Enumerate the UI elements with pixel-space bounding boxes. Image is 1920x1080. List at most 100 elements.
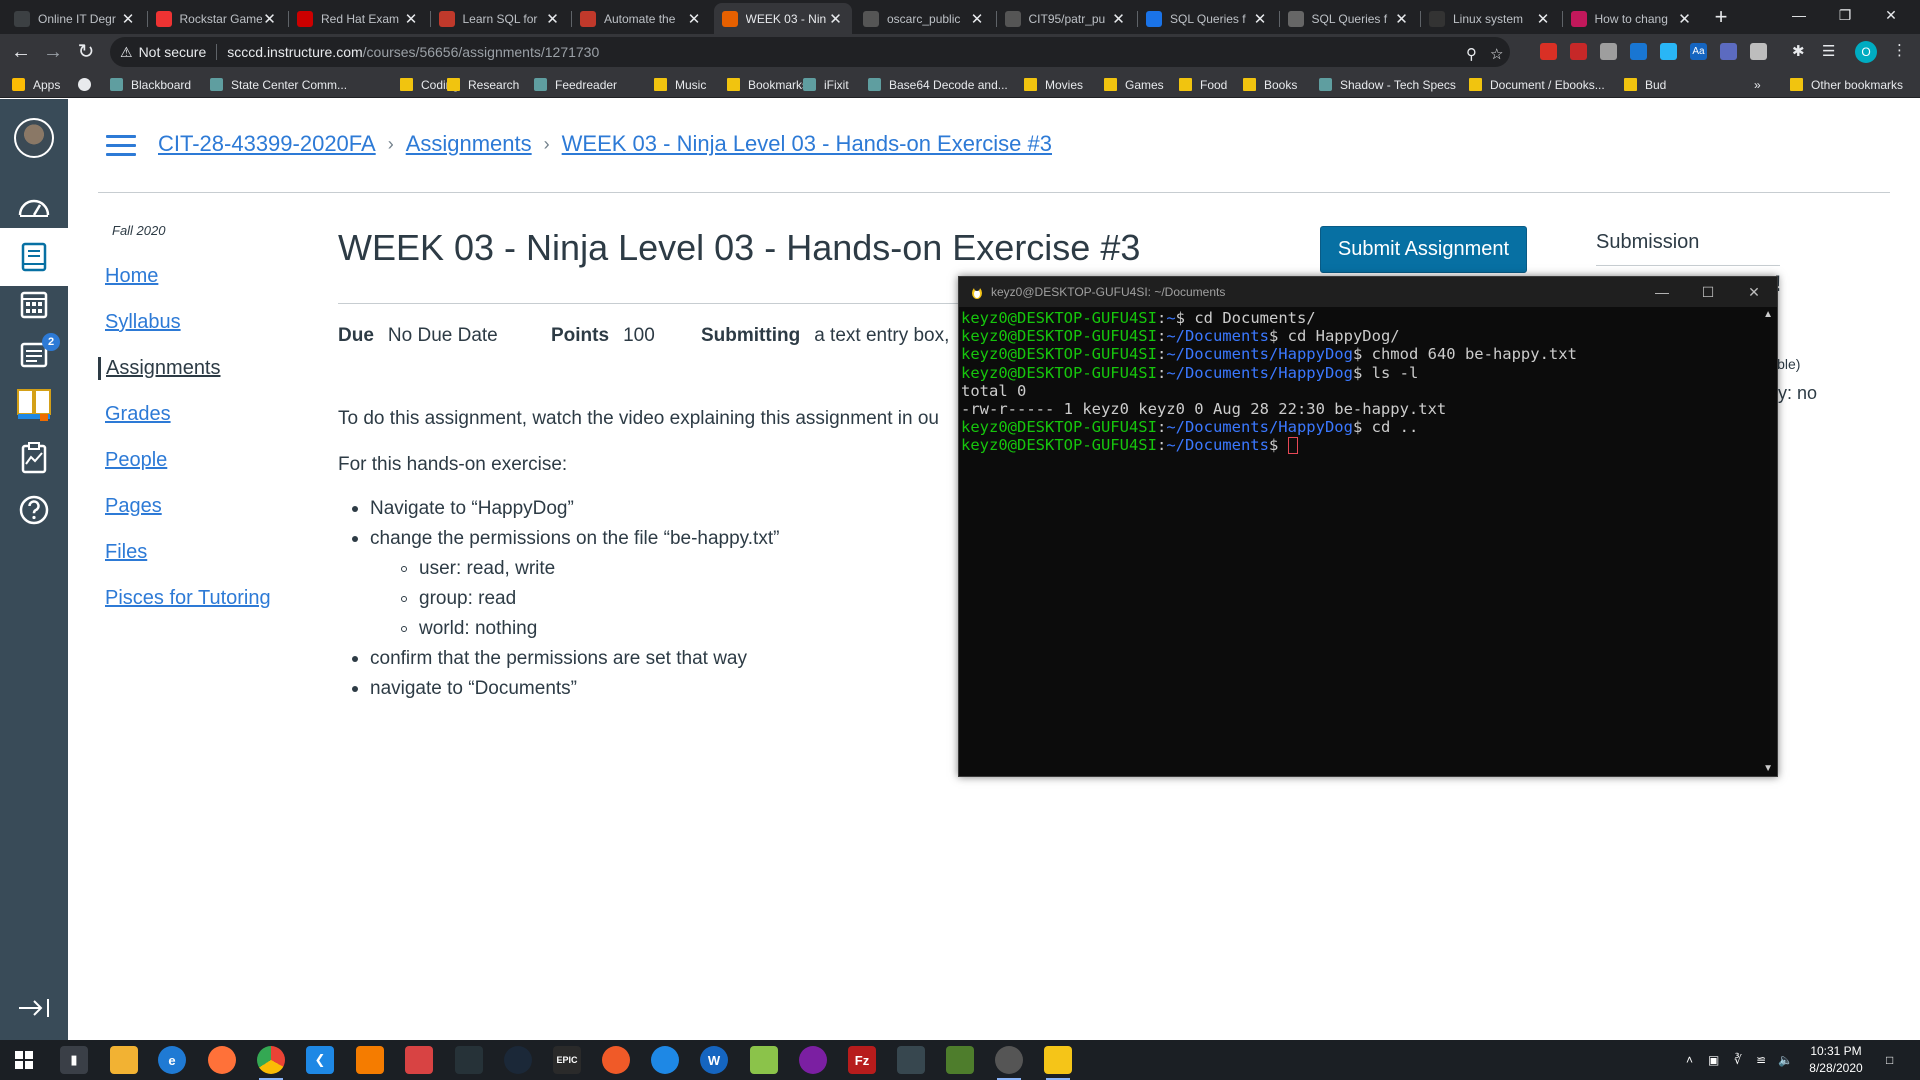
app-icon[interactable] xyxy=(356,1046,384,1074)
bookmark-link[interactable]: Base64 Decode and... xyxy=(868,76,1008,93)
bookmarks-overflow-button[interactable]: » xyxy=(1754,76,1761,93)
bookmark-folder[interactable]: Food xyxy=(1179,76,1227,93)
tab-close-icon[interactable]: ✕ xyxy=(969,10,985,28)
file-explorer-icon[interactable] xyxy=(110,1046,138,1074)
minecraft-icon[interactable] xyxy=(946,1046,974,1074)
kebab-menu-icon[interactable]: ⋮ xyxy=(1892,41,1907,59)
browser-tab[interactable]: oscarc_public ✕ xyxy=(855,3,993,34)
ublock-extension-icon[interactable] xyxy=(1540,43,1557,60)
close-window-button[interactable]: ✕ xyxy=(1868,0,1914,30)
extension-icon[interactable] xyxy=(1750,43,1767,60)
courses-nav-item[interactable] xyxy=(0,228,68,286)
bookmark-folder[interactable]: Games xyxy=(1104,76,1164,93)
edge-browser-icon[interactable]: e xyxy=(158,1046,186,1074)
browser-tab[interactable]: How to chang ✕ xyxy=(1563,3,1701,34)
steam-icon[interactable] xyxy=(504,1046,532,1074)
restore-window-button[interactable]: ❐ xyxy=(1822,0,1868,30)
tab-close-icon[interactable]: ✕ xyxy=(1394,10,1410,28)
bookmark-folder[interactable]: Document / Ebooks... xyxy=(1469,76,1605,93)
terminal-maximize-button[interactable]: ☐ xyxy=(1685,277,1731,307)
tab-close-icon[interactable]: ✕ xyxy=(403,10,419,28)
breadcrumb-course-link[interactable]: CIT-28-43399-2020FA xyxy=(158,131,376,157)
tab-close-icon[interactable]: ✕ xyxy=(686,10,702,28)
bookmark-star-icon[interactable]: ☆ xyxy=(1490,45,1503,63)
browser-tab[interactable]: Online IT Degr ✕ xyxy=(6,3,144,34)
tray-app-icon[interactable]: ▣ xyxy=(1708,1040,1719,1080)
app-icon[interactable] xyxy=(455,1046,483,1074)
extension-icon[interactable] xyxy=(1570,43,1587,60)
inbox-nav-item[interactable]: 2 xyxy=(0,329,68,379)
origin-icon[interactable] xyxy=(602,1046,630,1074)
filezilla-icon[interactable]: Fz xyxy=(848,1046,876,1074)
submit-assignment-button[interactable]: Submit Assignment xyxy=(1320,226,1527,273)
tab-close-icon[interactable]: ✕ xyxy=(828,10,844,28)
course-nav-link-grades[interactable]: Grades xyxy=(105,403,171,426)
bookmark-link[interactable]: Feedreader xyxy=(534,76,617,93)
vscode-icon[interactable]: ❮ xyxy=(306,1046,334,1074)
extension-icon[interactable] xyxy=(1600,43,1617,60)
commons-nav-item[interactable] xyxy=(0,379,68,429)
address-bar[interactable]: ⚠ Not secure scccd.instructure.com/cours… xyxy=(110,37,1510,67)
course-nav-link-pisces-for-tutoring[interactable]: Pisces for Tutoring xyxy=(105,587,271,610)
browser-tab[interactable]: WEEK 03 - Nin ✕ xyxy=(713,3,852,34)
tray-chevron-icon[interactable]: ˄ xyxy=(1686,1040,1693,1080)
tab-close-icon[interactable]: ✕ xyxy=(120,10,136,28)
course-nav-link-assignments[interactable]: Assignments xyxy=(98,357,221,380)
tab-close-icon[interactable]: ✕ xyxy=(545,10,561,28)
reload-icon[interactable]: ↻ xyxy=(74,40,98,64)
calendar-nav-item[interactable] xyxy=(0,279,68,329)
app-icon[interactable]: W xyxy=(700,1046,728,1074)
bookmark-folder[interactable]: Bud xyxy=(1624,76,1666,93)
extension-icon[interactable] xyxy=(1720,43,1737,60)
terminal-minimize-button[interactable]: — xyxy=(1639,277,1685,307)
extension-icon[interactable] xyxy=(1660,43,1677,60)
account-nav-item[interactable] xyxy=(0,107,68,169)
bookmark-folder[interactable]: Research xyxy=(447,76,519,93)
translate-extension-icon[interactable]: Aa xyxy=(1690,43,1707,60)
chrome-icon[interactable] xyxy=(257,1046,285,1080)
profile-avatar[interactable]: O xyxy=(1855,41,1877,63)
minimize-window-button[interactable]: — xyxy=(1776,0,1822,30)
bookmark-link[interactable]: iFixit xyxy=(803,76,849,93)
forward-arrow-icon[interactable]: → xyxy=(41,40,65,64)
studio-nav-item[interactable] xyxy=(0,433,68,483)
app-icon[interactable] xyxy=(651,1046,679,1074)
app-icon[interactable] xyxy=(995,1046,1023,1080)
browser-tab[interactable]: Learn SQL for ✕ xyxy=(431,3,569,34)
notifications-icon[interactable]: □ xyxy=(1886,1040,1893,1080)
bookmark-folder[interactable]: Movies xyxy=(1024,76,1083,93)
store-icon[interactable]: ▮ xyxy=(60,1046,88,1074)
puzzle-extensions-icon[interactable]: ✱ xyxy=(1792,42,1805,60)
course-nav-link-syllabus[interactable]: Syllabus xyxy=(105,311,181,334)
bookmark-folder[interactable]: Music xyxy=(654,76,706,93)
terminal-window[interactable]: keyz0@DESKTOP-GUFU4SI: ~/Documents — ☐ ✕… xyxy=(958,276,1778,777)
collapse-nav-button[interactable] xyxy=(0,983,68,1033)
bookmark-link[interactable]: State Center Comm... xyxy=(210,76,347,93)
back-arrow-icon[interactable]: ← xyxy=(9,40,33,64)
terminal-titlebar[interactable]: keyz0@DESKTOP-GUFU4SI: ~/Documents — ☐ ✕ xyxy=(959,277,1777,307)
bookmark-folder[interactable]: Bookmarks xyxy=(727,76,808,93)
taskbar-clock[interactable]: 10:31 PM 8/28/2020 xyxy=(1796,1043,1876,1077)
terminal-output[interactable]: keyz0@DESKTOP-GUFU4SI:~$ cd Documents/ke… xyxy=(961,309,1761,455)
terminal-close-button[interactable]: ✕ xyxy=(1731,277,1777,307)
course-nav-link-home[interactable]: Home xyxy=(105,265,158,288)
app-icon[interactable] xyxy=(405,1046,433,1074)
breadcrumb-current-link[interactable]: WEEK 03 - Ninja Level 03 - Hands-on Exer… xyxy=(562,131,1052,157)
course-nav-link-people[interactable]: People xyxy=(105,449,167,472)
browser-tab[interactable]: CIT95/patr_pu ✕ xyxy=(997,3,1135,34)
browser-tab[interactable]: Automate the ✕ xyxy=(572,3,710,34)
network-wifi-icon[interactable]: ≌ xyxy=(1756,1040,1766,1080)
bookmark-folder[interactable]: Books xyxy=(1243,76,1297,93)
tab-close-icon[interactable]: ✕ xyxy=(1535,10,1551,28)
scroll-down-arrow-icon[interactable]: ▼ xyxy=(1763,763,1773,774)
scroll-up-arrow-icon[interactable]: ▲ xyxy=(1763,309,1773,320)
bookmark-link[interactable]: Shadow - Tech Specs xyxy=(1319,76,1456,93)
app-icon[interactable] xyxy=(897,1046,925,1074)
browser-tab[interactable]: SQL Queries f ✕ xyxy=(1138,3,1276,34)
extension-icon[interactable] xyxy=(1630,43,1647,60)
tab-close-icon[interactable]: ✕ xyxy=(1252,10,1268,28)
help-nav-item[interactable] xyxy=(0,485,68,535)
browser-tab[interactable]: SQL Queries f ✕ xyxy=(1280,3,1418,34)
bluetooth-icon[interactable]: ∛ xyxy=(1734,1040,1742,1080)
course-menu-hamburger-icon[interactable] xyxy=(106,135,136,157)
